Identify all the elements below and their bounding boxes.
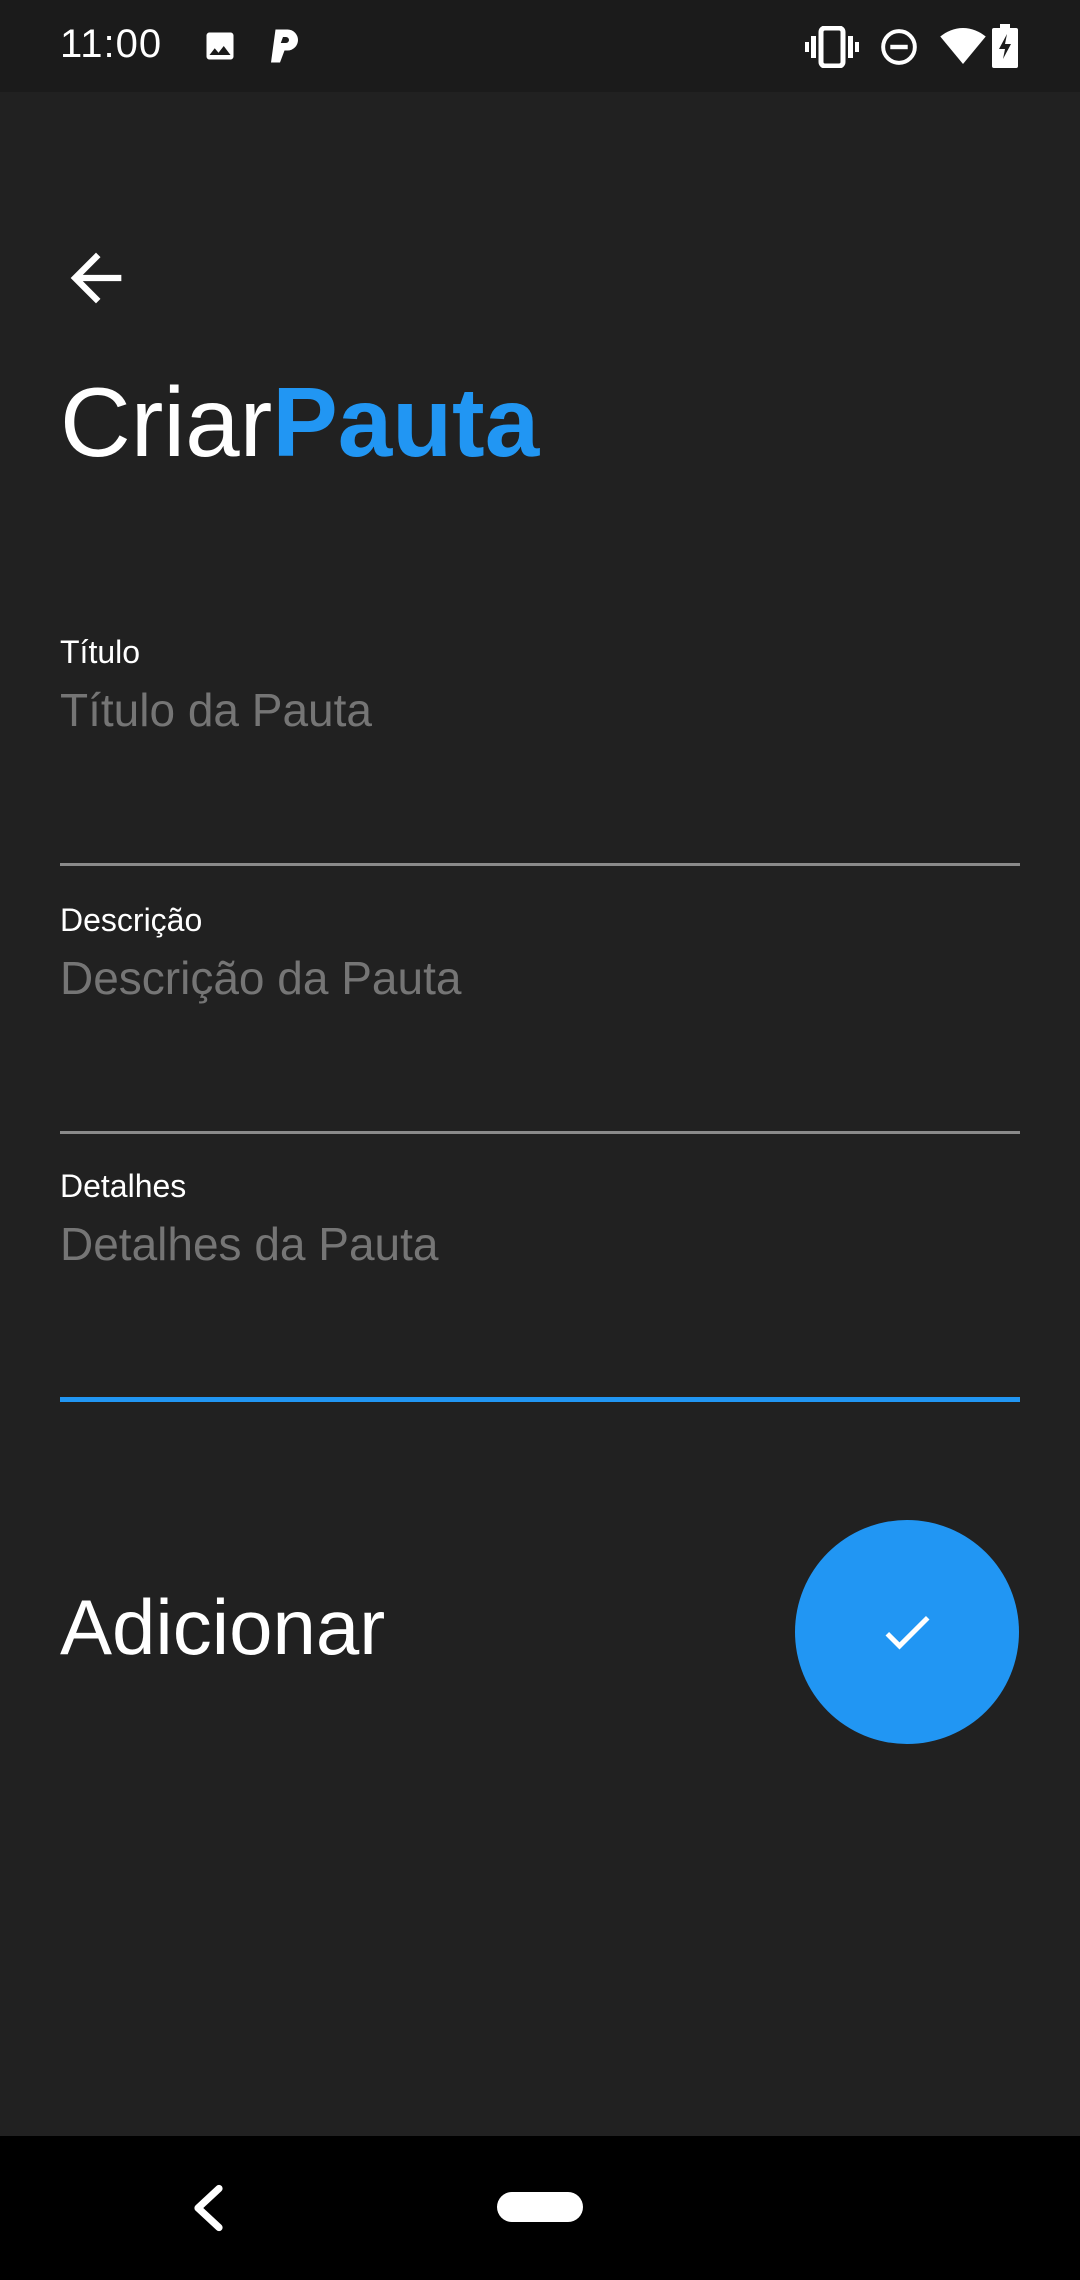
create-pauta-screen: CriarPauta Título Descrição Detalhes Adi… xyxy=(0,92,1080,2136)
vibrate-icon xyxy=(805,25,859,73)
detalhes-field: Detalhes xyxy=(60,1168,1020,1402)
detalhes-underline xyxy=(60,1397,1020,1402)
back-button[interactable] xyxy=(58,240,134,316)
titulo-field: Título xyxy=(60,634,1020,866)
descricao-label: Descrição xyxy=(60,902,203,938)
page-title-part2: Pauta xyxy=(272,367,540,477)
detalhes-input[interactable] xyxy=(60,1217,1020,1305)
descricao-field: Descrição xyxy=(60,902,1020,1134)
status-time: 11:00 xyxy=(60,22,163,66)
parking-icon xyxy=(268,26,304,71)
nav-back-button[interactable] xyxy=(186,2184,228,2232)
detalhes-label: Detalhes xyxy=(60,1168,187,1204)
do-not-disturb-icon xyxy=(880,28,918,71)
image-icon xyxy=(202,28,238,69)
descricao-underline xyxy=(60,1131,1020,1134)
nav-back-icon xyxy=(194,2184,223,2232)
status-bar: 11:00 xyxy=(0,0,1080,92)
titulo-underline xyxy=(60,863,1020,866)
battery-charging-icon xyxy=(992,24,1018,73)
navigation-bar xyxy=(0,2136,1080,2280)
titulo-input[interactable] xyxy=(60,683,1020,771)
nav-home-pill[interactable] xyxy=(497,2192,583,2222)
page-title-part1: Criar xyxy=(60,367,273,477)
arrow-left-icon xyxy=(70,252,122,304)
submit-button[interactable] xyxy=(795,1520,1019,1744)
page-title: CriarPauta xyxy=(60,364,539,482)
check-icon xyxy=(885,1615,930,1650)
titulo-label: Título xyxy=(60,634,141,670)
add-label: Adicionar xyxy=(60,1583,386,1671)
descricao-input[interactable] xyxy=(60,951,1020,1039)
wifi-icon xyxy=(940,28,986,69)
